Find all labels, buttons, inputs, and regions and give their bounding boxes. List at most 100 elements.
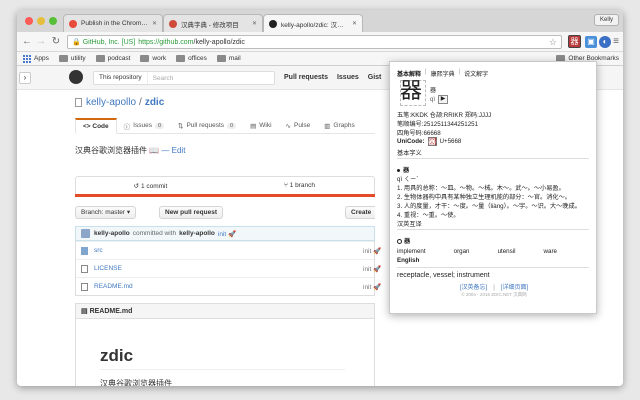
extension-moon-icon[interactable]: ◐ (599, 36, 611, 48)
bookmark-star-icon[interactable]: ☆ (549, 37, 557, 48)
english-head: 器 (397, 236, 410, 245)
definition-3: 3. 人的度量，才干：～度。～量（liàng）。～宇。～识。大～晚成。 (397, 203, 581, 210)
tab-zdic-edit[interactable]: 汉典字典 - 修改项目 ✕ (163, 14, 263, 32)
nav-gist[interactable]: Gist (368, 74, 382, 81)
create-new-file-button[interactable]: Create (345, 206, 375, 219)
popup-tab-basic[interactable]: 基本解释 (397, 69, 421, 78)
back-arrow-icon[interactable]: ← (21, 36, 33, 48)
popup-tab-shuowen[interactable]: 说文解字 (464, 69, 488, 78)
definition-pinyin: qì ㄑㄧˋ (397, 176, 419, 183)
bookmark-apps[interactable]: Apps (17, 54, 49, 63)
play-audio-icon[interactable]: ▶ (438, 95, 448, 104)
memo-link[interactable]: [汉英备忘] (460, 285, 487, 291)
commits-count[interactable]: ↺ 1 commit (76, 182, 225, 190)
sidebar-toggle-icon[interactable]: › (19, 72, 31, 84)
english-word-list: implement organ utensil ware (397, 248, 587, 255)
repo-owner-link[interactable]: kelly-apollo (86, 97, 136, 108)
nav-pull-requests[interactable]: Pull requests (284, 74, 328, 81)
bookmark-folder-mail[interactable]: mail (216, 55, 241, 62)
ev-certificate-label[interactable]: GitHub, Inc. [US] (83, 39, 136, 46)
github-search[interactable]: This repository Search (93, 71, 275, 85)
file-icon (81, 264, 88, 273)
tab-wiki[interactable]: ▤ Wiki (243, 118, 278, 133)
bookmark-folder-podcast[interactable]: podcast (95, 55, 131, 62)
commit-message[interactable]: init 🚀 (218, 230, 236, 238)
file-commit-message[interactable]: init 🚀 (363, 265, 381, 273)
tab-code[interactable]: <> Code (75, 118, 117, 134)
folder-icon (95, 55, 105, 62)
english-definition: receptacle, vessel; instrument (397, 272, 490, 279)
branches-count[interactable]: ⑂ 1 branch (225, 182, 374, 189)
tab-label: kelly-apollo/zdic: 汉典谷歌 (281, 21, 349, 29)
translation-heading: 汉英互译 (397, 221, 422, 228)
close-window-button[interactable] (25, 17, 33, 25)
search-input[interactable]: Search (148, 75, 174, 82)
bookmark-label: work (152, 55, 167, 62)
repo-separator: / (139, 97, 142, 108)
bookmark-label: podcast (107, 55, 131, 62)
tab-github-zdic[interactable]: kelly-apollo/zdic: 汉典谷歌 ✕ (263, 14, 363, 32)
tab-close-icon[interactable]: ✕ (152, 20, 157, 27)
detail-page-link[interactable]: [详细页面] (501, 285, 528, 291)
extension-puzzle-icon[interactable]: ▣ (585, 36, 597, 48)
readme-divider (100, 369, 345, 370)
popup-links: [汉英备忘] | [详细页面] (390, 282, 598, 291)
english-word: ware (543, 248, 557, 255)
chrome-menu-icon[interactable]: ≡ (611, 36, 621, 48)
popup-tab-kangxi[interactable]: 康熙字典 (431, 69, 455, 78)
tab-pull-requests[interactable]: ⇅ Pull requests 0 (171, 118, 243, 133)
new-pull-request-button[interactable]: New pull request (159, 206, 224, 219)
nav-issues[interactable]: Issues (337, 74, 359, 81)
file-name[interactable]: README.md (94, 283, 133, 290)
english-word: organ (453, 248, 470, 255)
repo-name-link[interactable]: zdic (145, 97, 164, 108)
input-codes: 五笔:KKDK 仓颉:RRIKR 郑码:JJJJ (397, 112, 492, 119)
latest-commit-bar: kelly-apollo committed with kelly-apollo… (75, 226, 375, 241)
popup-copyright: © 2004 - 2016 ZDIC.NET 汉典网 (461, 292, 527, 297)
tab-graphs[interactable]: ▥ Graphs (317, 118, 361, 133)
folder-icon (176, 55, 186, 62)
commit-committer[interactable]: kelly-apollo (179, 230, 215, 237)
file-list: src init 🚀 LICENSE init 🚀 README.md init… (75, 241, 381, 296)
profile-button[interactable]: Kelly (593, 14, 619, 26)
file-commit-message[interactable]: init 🚀 (363, 247, 381, 255)
tab-close-icon[interactable]: ✕ (252, 20, 257, 27)
table-row[interactable]: src init 🚀 (76, 241, 381, 259)
apps-grid-icon (23, 54, 31, 63)
address-bar[interactable]: 🔒 GitHub, Inc. [US] https://github.com/k… (67, 35, 562, 49)
edit-description-link[interactable]: — Edit (161, 146, 185, 155)
file-commit-message[interactable]: init 🚀 (363, 283, 381, 291)
tab-label: Publish in the Chrome Web (81, 20, 149, 27)
forward-arrow-icon[interactable]: → (35, 36, 47, 48)
readme-title: README.md (89, 308, 133, 315)
commit-author[interactable]: kelly-apollo (94, 230, 130, 237)
bookmark-folder-utility[interactable]: utility (58, 55, 86, 62)
popup-tabs: 基本解释 | 康熙字典 | 说文解字 (397, 69, 488, 78)
minimize-window-button[interactable] (37, 17, 45, 25)
reload-icon[interactable]: ↻ (50, 36, 62, 48)
definition-head: 器 (397, 165, 409, 174)
four-corner-code: 四角号码:66668 (397, 130, 441, 137)
table-row[interactable]: LICENSE init 🚀 (76, 259, 381, 277)
popup-divider (397, 267, 589, 268)
github-logo-icon[interactable] (69, 70, 83, 84)
bookmark-folder-work[interactable]: work (140, 55, 166, 62)
file-name[interactable]: src (94, 247, 103, 254)
popup-divider (397, 229, 589, 230)
english-label: English (397, 257, 420, 264)
tab-close-icon[interactable]: ✕ (352, 20, 357, 27)
readme-panel: ▤ README.md zdic 汉典谷歌浏览器插件 (75, 303, 375, 386)
tab-chrome-web-store[interactable]: Publish in the Chrome Web ✕ (63, 14, 163, 32)
file-name[interactable]: LICENSE (94, 265, 122, 272)
english-head-char: 器 (404, 238, 411, 245)
url-scheme-host: https://github.com (138, 38, 194, 46)
bookmark-folder-offices[interactable]: offices (176, 55, 207, 62)
tab-issues[interactable]: ⓘ Issues 0 (117, 118, 171, 133)
maximize-window-button[interactable] (49, 17, 57, 25)
tab-pulse[interactable]: ∿ Pulse (279, 118, 318, 133)
branch-select-button[interactable]: Branch: master ▾ (75, 206, 137, 219)
zdic-extension-icon[interactable]: 器 (568, 35, 581, 48)
folder-icon (216, 55, 226, 62)
table-row[interactable]: README.md init 🚀 (76, 277, 381, 295)
language-bar[interactable] (75, 194, 375, 197)
